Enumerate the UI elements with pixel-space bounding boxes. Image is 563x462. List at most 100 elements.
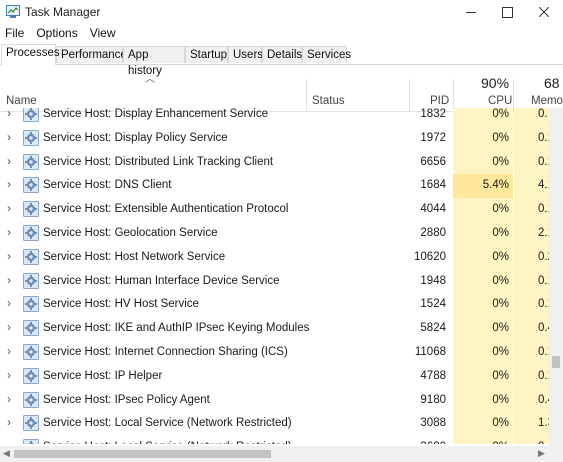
menu-file[interactable]: File: [0, 24, 30, 43]
column-divider[interactable]: [453, 79, 454, 111]
memory-cell: 0.2: [514, 245, 549, 270]
sort-up-icon: ︿: [145, 74, 155, 85]
cpu-cell: 0%: [453, 412, 513, 437]
expand-chevron-icon[interactable]: ›: [7, 250, 15, 262]
process-cpu: 0%: [492, 393, 509, 406]
expand-chevron-icon[interactable]: ›: [7, 155, 15, 167]
process-cpu: 0%: [492, 131, 509, 144]
tab-startup[interactable]: Startup: [185, 46, 228, 63]
menu-options[interactable]: Options: [30, 24, 83, 43]
process-pid: 1948: [420, 274, 446, 287]
process-row[interactable]: › Service Host: HV Host Service 1524 0% 0.1: [0, 293, 549, 318]
expand-chevron-icon[interactable]: ›: [7, 345, 15, 357]
memory-cell: 2.1: [514, 222, 549, 246]
horizontal-scroll-thumb[interactable]: [14, 450, 271, 458]
menu-view[interactable]: View: [84, 24, 122, 43]
cpu-cell: 0%: [453, 317, 513, 342]
process-row[interactable]: › Service Host: Local Service (Network Re…: [0, 412, 549, 437]
expand-chevron-icon[interactable]: ›: [7, 440, 15, 444]
expand-chevron-icon[interactable]: ›: [7, 369, 15, 381]
service-gear-icon: [23, 153, 39, 170]
process-row[interactable]: › Service Host: DNS Client 1684 5.4% 4.1: [0, 174, 549, 199]
column-memory[interactable]: Memor: [531, 95, 563, 107]
tab-processes[interactable]: Processes: [1, 44, 60, 65]
process-row[interactable]: › Service Host: Local Service (Network Re…: [0, 436, 549, 444]
process-row[interactable]: › Service Host: IP Helper 4788 0% 0.1: [0, 364, 549, 389]
process-row[interactable]: › Service Host: Extensible Authentication…: [0, 198, 549, 223]
expand-chevron-icon[interactable]: ›: [7, 321, 15, 333]
expand-chevron-icon[interactable]: ›: [7, 178, 15, 190]
tab-services[interactable]: Services: [302, 46, 351, 63]
column-name[interactable]: Name: [6, 95, 37, 107]
process-cpu: 0%: [492, 108, 509, 120]
scrollbar-corner: [549, 446, 563, 462]
vertical-scrollbar[interactable]: [549, 108, 563, 446]
expand-chevron-icon[interactable]: ›: [7, 297, 15, 309]
service-gear-icon: [23, 108, 39, 122]
memory-cell: 0.1: [514, 150, 549, 175]
scroll-right-icon[interactable]: ▶: [538, 448, 545, 459]
maximize-button[interactable]: [487, 0, 527, 24]
expand-chevron-icon[interactable]: ›: [7, 416, 15, 428]
process-memory: 0.1: [538, 274, 549, 287]
expand-chevron-icon[interactable]: ›: [7, 274, 15, 286]
service-gear-icon: [23, 129, 39, 146]
process-name: Service Host: Local Service (Network Res…: [43, 417, 292, 430]
service-gear-icon: [23, 320, 39, 337]
minimize-button[interactable]: [451, 0, 491, 24]
tab-app-history[interactable]: App history: [123, 46, 185, 77]
process-row[interactable]: › Service Host: Human Interface Device Se…: [0, 269, 549, 294]
tab-users[interactable]: Users: [228, 46, 263, 63]
tab-details[interactable]: Details: [262, 46, 302, 63]
close-button[interactable]: [524, 0, 563, 24]
process-name: Service Host: IP Helper: [43, 369, 163, 382]
cpu-cell: 0%: [453, 293, 513, 318]
memory-cell: 0.: [514, 436, 549, 444]
expand-chevron-icon[interactable]: ›: [7, 108, 15, 119]
memory-cell: 0.1: [514, 269, 549, 294]
process-cpu: 0%: [492, 298, 509, 311]
column-cpu[interactable]: CPU: [488, 95, 512, 107]
process-pid: 1832: [420, 108, 446, 120]
process-memory: 1.3: [538, 417, 549, 430]
process-row[interactable]: › Service Host: Internet Connection Shari…: [0, 341, 549, 365]
tab-performance[interactable]: Performance: [56, 46, 127, 63]
title-bar[interactable]: Task Manager: [0, 0, 563, 24]
memory-cell: 0.1: [514, 126, 549, 151]
service-gear-icon: [23, 177, 39, 194]
service-gear-icon: [23, 225, 39, 241]
process-row[interactable]: › Service Host: Distributed Link Tracking…: [0, 150, 549, 175]
expand-chevron-icon[interactable]: ›: [7, 393, 15, 405]
process-row[interactable]: › Service Host: Geolocation Service 2880 0%…: [0, 222, 549, 246]
horizontal-scrollbar[interactable]: ◀ ▶: [0, 446, 549, 462]
service-gear-icon: [23, 344, 39, 360]
close-icon: [539, 7, 549, 17]
process-memory: 0.1: [538, 369, 549, 382]
process-row[interactable]: › Service Host: IKE and AuthIP IPsec Keyi…: [0, 317, 549, 342]
expand-chevron-icon[interactable]: ›: [7, 226, 15, 238]
process-row[interactable]: › Service Host: Display Enhancement Servi…: [0, 108, 549, 127]
process-row[interactable]: › Service Host: IPsec Policy Agent 9180 0% 0…: [0, 388, 549, 413]
scroll-left-icon[interactable]: ◀: [3, 448, 10, 459]
vertical-scroll-thumb[interactable]: [552, 356, 560, 368]
process-memory: 0.1: [538, 203, 549, 216]
cpu-cell: 0%: [453, 108, 513, 127]
process-row[interactable]: › Service Host: Host Network Service 10620…: [0, 245, 549, 270]
column-divider[interactable]: [306, 79, 307, 111]
column-pid[interactable]: PID: [430, 95, 449, 107]
menu-bar: File Options View: [0, 24, 563, 43]
service-gear-icon: [23, 391, 39, 408]
cpu-cell: 5.4%: [453, 174, 513, 199]
expand-chevron-icon[interactable]: ›: [7, 202, 15, 214]
process-name: Service Host: IKE and AuthIP IPsec Keyin…: [43, 322, 310, 335]
process-memory: 0.: [538, 108, 548, 120]
column-header: ︿ Name Status PID 90% CPU 68 Memor: [0, 65, 563, 112]
column-divider[interactable]: [409, 79, 410, 111]
service-gear-icon: [23, 201, 39, 218]
process-row[interactable]: › Service Host: Display Policy Service 197…: [0, 126, 549, 151]
column-status[interactable]: Status: [312, 95, 345, 107]
expand-chevron-icon[interactable]: ›: [7, 131, 15, 143]
process-cpu: 0%: [492, 274, 509, 287]
column-divider[interactable]: [513, 79, 514, 111]
process-list: › Service Host: Display Enhancement Servi…: [0, 108, 549, 444]
